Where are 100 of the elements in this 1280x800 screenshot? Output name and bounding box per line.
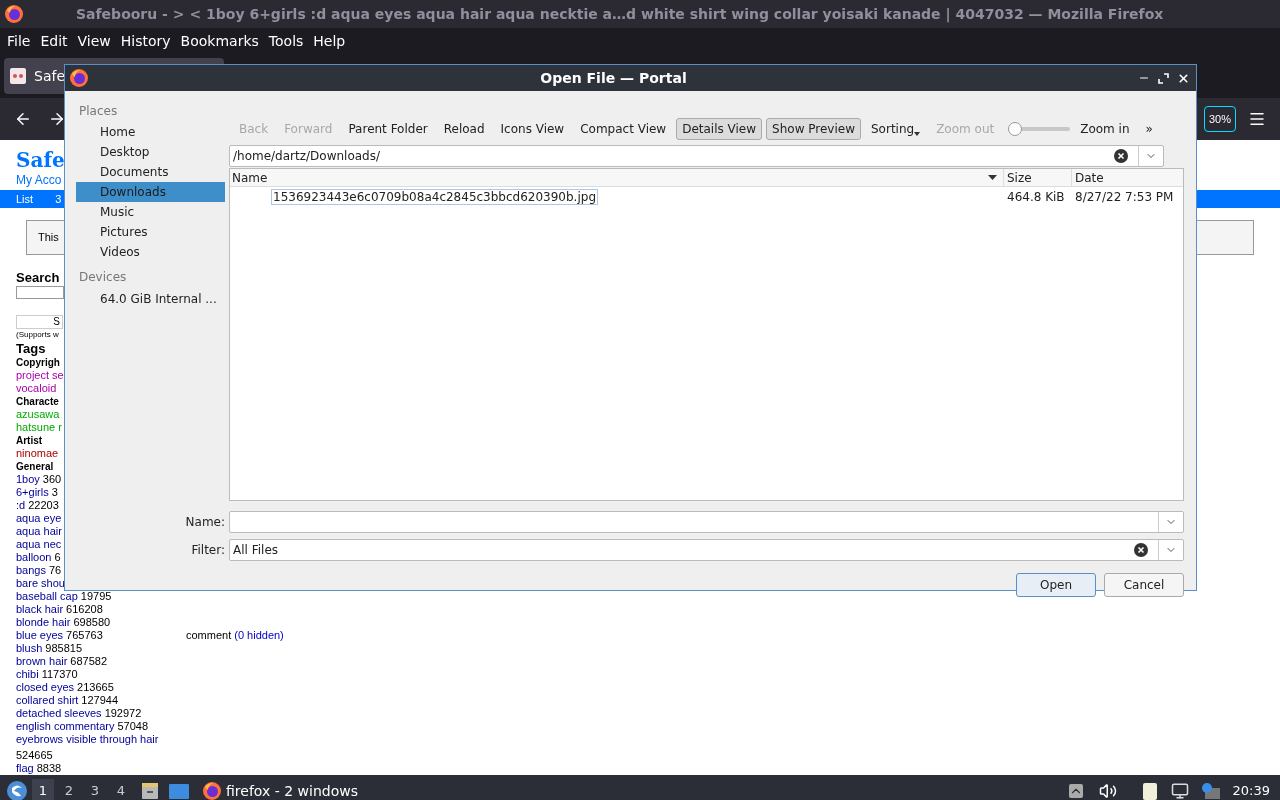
- menu-item[interactable]: Edit: [35, 30, 73, 52]
- tag-category: Copyrigh: [16, 356, 60, 369]
- zoom-slider[interactable]: [1008, 122, 1071, 136]
- place-item[interactable]: Videos: [76, 242, 225, 262]
- dropdown-icon: [914, 132, 921, 136]
- toolbar-button[interactable]: Parent Folder: [342, 118, 434, 140]
- filter-field[interactable]: All Files: [229, 539, 1184, 561]
- tag-link[interactable]: brown hair: [16, 655, 68, 668]
- back-icon[interactable]: [14, 110, 32, 128]
- file-row[interactable]: 1536923443e6c0709b08a4c2845c3bbcd620390b.jpg 464.8 KiB 8/27/22 7:53 PM: [230, 187, 1183, 207]
- search-input[interactable]: [16, 286, 64, 299]
- tray-expand-icon[interactable]: [1068, 784, 1083, 798]
- tag-count: 687582: [70, 655, 108, 668]
- tag-link[interactable]: vocaloid: [16, 382, 57, 395]
- tag-link[interactable]: blue eyes: [16, 629, 64, 642]
- tag-count: 192972: [104, 707, 142, 720]
- tag-link[interactable]: ninomae: [16, 447, 59, 460]
- places-heading: Places: [78, 103, 119, 120]
- clear-icon[interactable]: [1114, 149, 1128, 163]
- toolbar-button[interactable]: Reload: [437, 118, 491, 140]
- tag-link[interactable]: aqua nec: [16, 538, 62, 551]
- column-header[interactable]: Name: [230, 169, 1004, 186]
- tag-link[interactable]: :d: [16, 499, 26, 512]
- tag-link[interactable]: bare shou: [16, 577, 65, 590]
- clipboard-icon[interactable]: [1140, 781, 1159, 800]
- tag-count: 6: [54, 551, 61, 564]
- tag-link[interactable]: balloon: [16, 551, 52, 564]
- tag-link[interactable]: chibi: [16, 668, 39, 681]
- site-title[interactable]: Safe: [16, 148, 65, 172]
- workspace-button[interactable]: 2: [58, 779, 80, 800]
- close-icon[interactable]: [1177, 71, 1190, 85]
- start-menu-icon[interactable]: [6, 780, 28, 800]
- nav-link[interactable]: 3: [55, 190, 62, 208]
- monitor-icon[interactable]: [1170, 782, 1189, 800]
- place-item[interactable]: Pictures: [76, 222, 225, 242]
- nav-link[interactable]: List: [16, 190, 34, 208]
- tag-link[interactable]: english commentary: [16, 720, 115, 733]
- tag-link[interactable]: blonde hair: [16, 616, 71, 629]
- tag-link[interactable]: bangs: [16, 564, 46, 577]
- tag-link[interactable]: collared shirt: [16, 694, 79, 707]
- toolbar-button[interactable]: Icons View: [494, 118, 571, 140]
- zoom-badge[interactable]: 30%: [1203, 106, 1236, 132]
- workspace-button[interactable]: 1: [32, 779, 54, 800]
- name-field[interactable]: [229, 511, 1184, 533]
- firefox-icon: [4, 4, 24, 24]
- forward-icon[interactable]: [48, 110, 66, 128]
- column-header[interactable]: Date: [1072, 169, 1183, 186]
- tag-link[interactable]: baseball cap: [16, 590, 78, 603]
- maximize-icon[interactable]: [1158, 72, 1169, 84]
- path-field[interactable]: /home/dartz/Downloads/: [229, 145, 1164, 167]
- volume-icon[interactable]: [1098, 782, 1117, 800]
- column-header[interactable]: Size: [1004, 169, 1072, 186]
- menu-item[interactable]: Help: [308, 30, 351, 52]
- sorting-menu-button[interactable]: Sorting: [865, 118, 927, 140]
- account-link[interactable]: My Acco: [16, 172, 62, 188]
- toolbar-button[interactable]: Show Preview: [766, 118, 861, 140]
- toolbar-button[interactable]: Details View: [676, 118, 763, 140]
- workspace-button[interactable]: 3: [84, 779, 106, 800]
- tag-link[interactable]: 6+girls: [16, 486, 49, 499]
- menu-item[interactable]: View: [72, 30, 116, 52]
- name-label: Name:: [184, 514, 226, 531]
- tag-link[interactable]: flag: [16, 762, 34, 775]
- tag-link[interactable]: blush: [16, 642, 43, 655]
- place-item[interactable]: Home: [76, 122, 225, 142]
- file-cabinet-icon[interactable]: [140, 781, 160, 800]
- sort-arrow-icon: [988, 175, 997, 180]
- place-item[interactable]: Documents: [76, 162, 225, 182]
- taskbar-task[interactable]: firefox - 2 windows: [202, 780, 358, 800]
- tag-link[interactable]: detached sleeves: [16, 707, 102, 720]
- search-button[interactable]: S: [16, 315, 63, 329]
- tag-link[interactable]: black hair: [16, 603, 64, 616]
- dialog-title: Open File — Portal: [539, 68, 688, 88]
- menu-icon[interactable]: [1248, 110, 1266, 128]
- overflow-button[interactable]: »: [1139, 118, 1159, 140]
- menu-item[interactable]: Bookmarks: [175, 30, 264, 52]
- tag-link[interactable]: aqua hair: [16, 525, 62, 538]
- tag-link[interactable]: closed eyes: [16, 681, 75, 694]
- folder-icon[interactable]: [168, 782, 190, 800]
- place-item[interactable]: Music: [76, 202, 225, 222]
- workspace-button[interactable]: 4: [110, 779, 132, 800]
- place-item[interactable]: Desktop: [76, 142, 225, 162]
- cancel-button[interactable]: Cancel: [1104, 573, 1184, 597]
- tag-count: 360: [42, 473, 62, 486]
- tag-link[interactable]: eyebrows visible through hair: [16, 733, 159, 746]
- clear-icon[interactable]: [1134, 543, 1148, 557]
- menu-item[interactable]: File: [2, 30, 36, 52]
- tag-link[interactable]: aqua eye: [16, 512, 62, 525]
- toolbar-button[interactable]: Compact View: [574, 118, 673, 140]
- tag-count: 8838: [36, 762, 62, 775]
- menu-item[interactable]: History: [115, 30, 176, 52]
- toolbar-button[interactable]: Zoom in: [1074, 118, 1136, 140]
- tag-category: General: [16, 460, 54, 473]
- tag-link[interactable]: project se: [16, 369, 64, 382]
- tag-link[interactable]: 1boy: [16, 473, 40, 486]
- device-item[interactable]: 64.0 GiB Internal ...: [76, 289, 225, 309]
- open-button[interactable]: Open: [1016, 573, 1096, 597]
- place-item[interactable]: Downloads: [76, 182, 225, 202]
- menu-item[interactable]: Tools: [263, 30, 309, 52]
- slider-handle[interactable]: [1008, 122, 1023, 136]
- hidden-comments-link[interactable]: (0 hidden): [234, 627, 284, 644]
